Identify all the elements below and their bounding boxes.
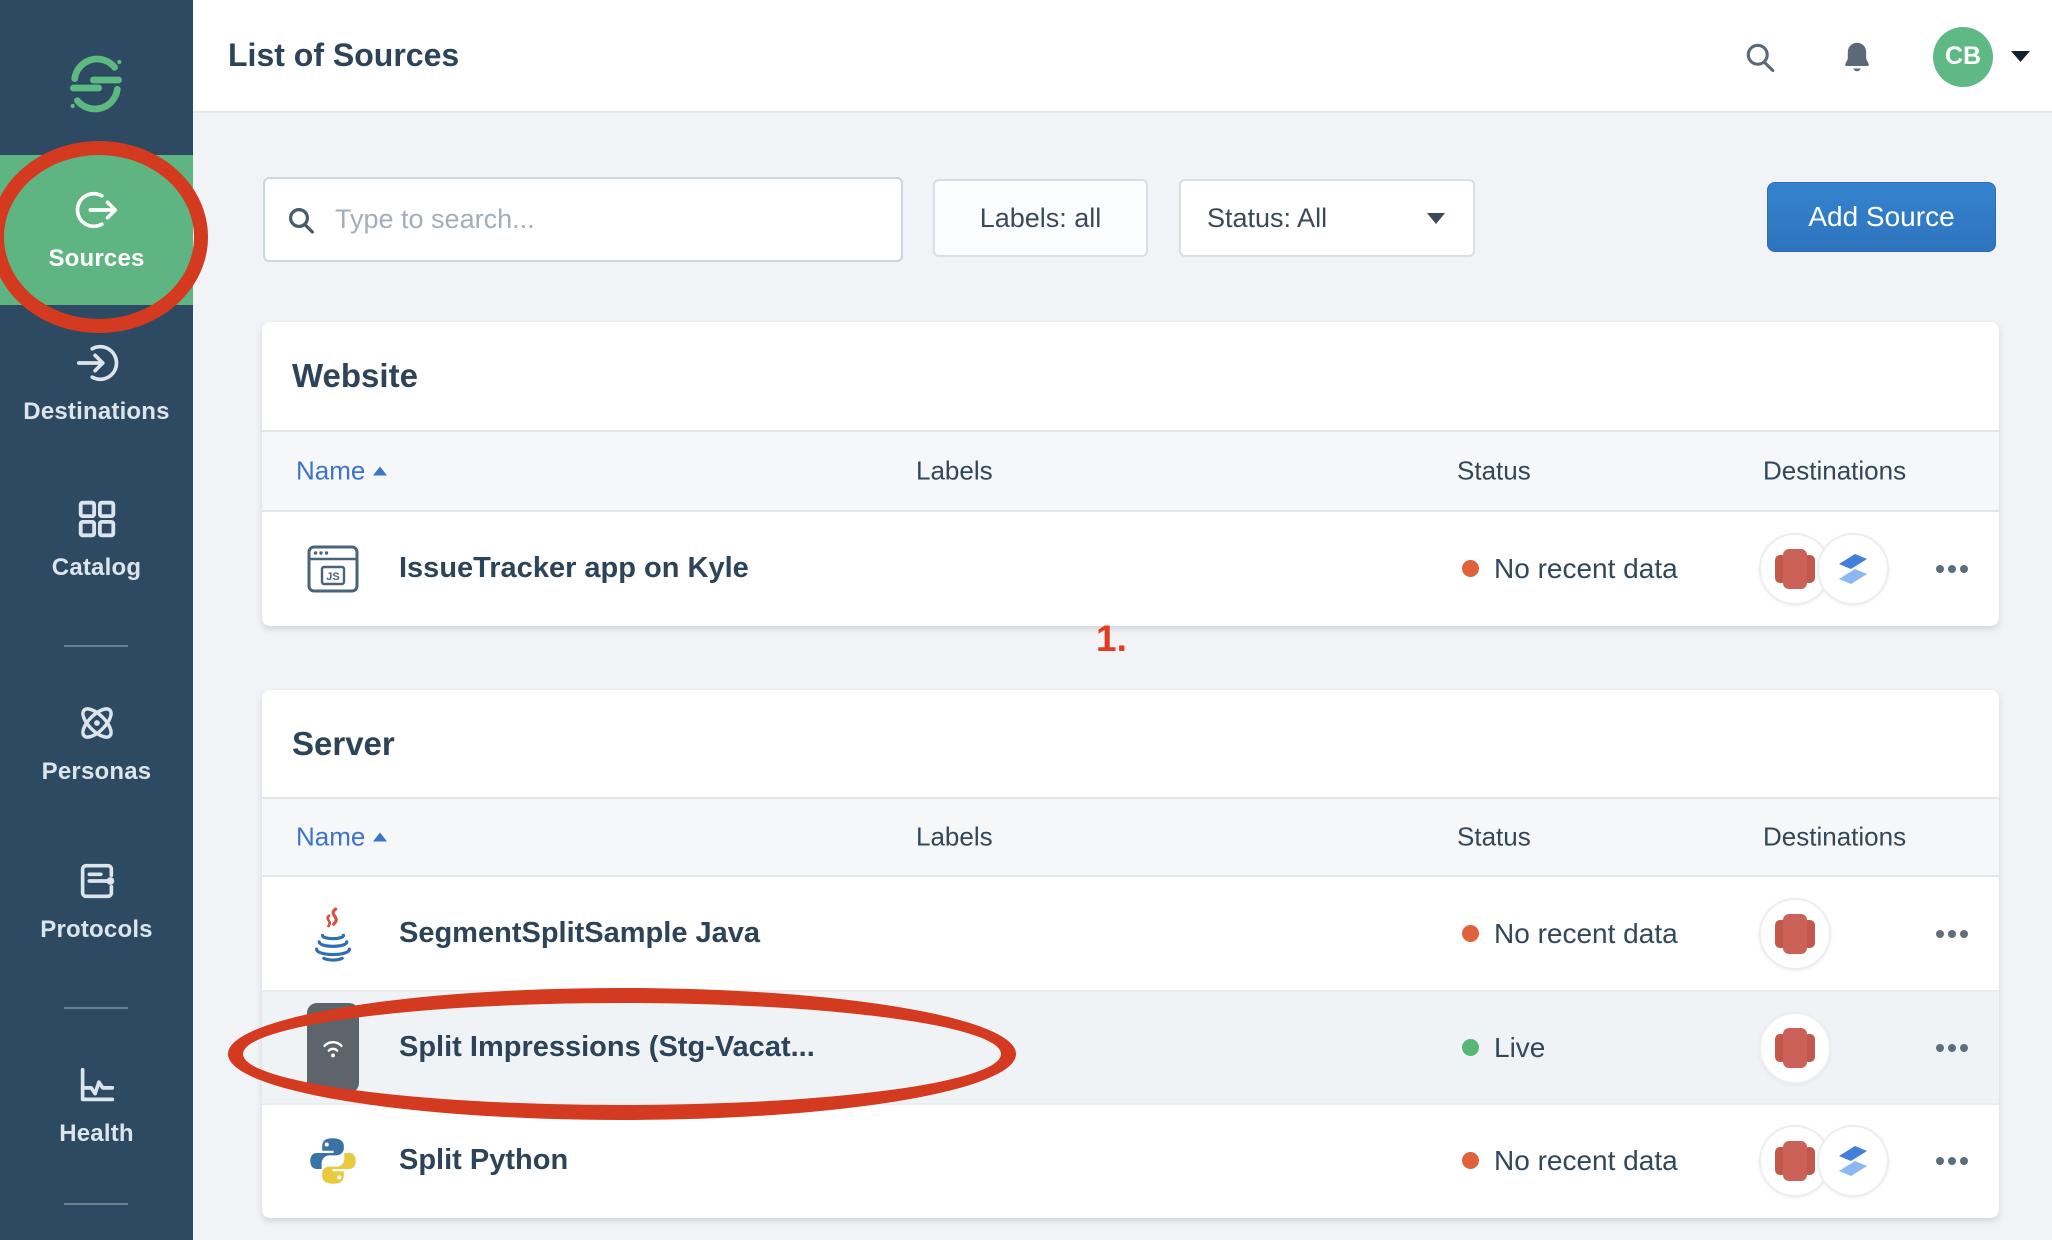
add-source-button[interactable]: Add Source (1767, 182, 1996, 252)
redshift-destination-icon[interactable] (1759, 898, 1831, 970)
header-actions: CB (1742, 0, 2030, 113)
sidebar-item-sources[interactable]: Sources (0, 155, 193, 305)
source-name-cell: Split Impressions (Stg-Vacat... (307, 992, 815, 1103)
sidebar-divider (64, 1007, 128, 1009)
status-cell: Live (1462, 992, 1545, 1103)
labels-filter-button[interactable]: Labels: all (933, 179, 1148, 257)
signal-server-icon (307, 1003, 359, 1093)
status-dot-warning (1462, 1152, 1479, 1169)
protocols-icon (74, 858, 120, 904)
row-overflow-menu[interactable] (1930, 512, 1974, 625)
source-search (263, 177, 903, 262)
source-name: IssueTracker app on Kyle (399, 552, 749, 585)
health-icon (74, 1062, 120, 1108)
sidebar-item-health[interactable]: Health (0, 1062, 193, 1148)
sort-asc-icon (373, 467, 387, 476)
column-header-name[interactable]: Name (296, 822, 387, 853)
status-text: No recent data (1494, 1145, 1678, 1177)
section-title: Website (292, 357, 418, 395)
status-text: Live (1494, 1032, 1545, 1064)
source-name-cell: JS IssueTracker app on Kyle (307, 512, 749, 625)
destinations-icon (74, 340, 120, 386)
notifications-bell-icon[interactable] (1838, 38, 1876, 76)
sidebar-item-protocols[interactable]: Protocols (0, 858, 193, 944)
status-text: No recent data (1494, 918, 1678, 950)
status-cell: No recent data (1462, 512, 1678, 625)
top-header: List of Sources CB (193, 0, 2052, 113)
status-dot-warning (1462, 925, 1479, 942)
section-header: Server (262, 690, 1999, 797)
sidebar-item-label: Protocols (40, 916, 152, 944)
sidebar-item-label: Sources (48, 245, 144, 273)
split-destination-icon[interactable] (1817, 533, 1889, 605)
sidebar-divider (64, 645, 128, 647)
sort-asc-icon (373, 833, 387, 842)
destinations-cell (1759, 992, 1831, 1103)
table-header: Name Labels Status Destinations (262, 797, 1999, 877)
sidebar: Sources Destinations Catalog (0, 0, 193, 1240)
table-row-split-python[interactable]: Split Python No recent data (262, 1103, 1999, 1216)
destinations-cell (1759, 1105, 1889, 1216)
status-cell: No recent data (1462, 877, 1678, 990)
sidebar-item-destinations[interactable]: Destinations (0, 340, 193, 426)
sources-icon (74, 187, 120, 233)
column-header-labels: Labels (916, 456, 993, 487)
status-filter-label: Status: All (1207, 203, 1327, 234)
personas-icon (74, 700, 120, 746)
source-name: Split Python (399, 1144, 568, 1177)
split-destination-icon[interactable] (1817, 1125, 1889, 1197)
sidebar-divider (64, 1203, 128, 1205)
status-dot-live (1462, 1039, 1479, 1056)
user-avatar[interactable]: CB (1933, 27, 1993, 87)
search-input[interactable] (335, 204, 881, 235)
java-icon (307, 905, 359, 963)
row-overflow-menu[interactable] (1930, 1105, 1974, 1216)
sidebar-item-label: Personas (42, 758, 152, 786)
column-header-labels: Labels (916, 822, 993, 853)
chevron-down-icon (1427, 213, 1445, 224)
column-header-destinations: Destinations (1763, 822, 1906, 853)
column-header-status: Status (1457, 456, 1531, 487)
destinations-cell (1759, 877, 1831, 990)
svg-text:JS: JS (326, 571, 339, 583)
status-dot-warning (1462, 560, 1479, 577)
catalog-icon (74, 496, 120, 542)
column-header-destinations: Destinations (1763, 456, 1906, 487)
section-title: Server (292, 725, 395, 763)
search-icon[interactable] (1742, 39, 1778, 75)
row-overflow-menu[interactable] (1930, 877, 1974, 990)
source-name-cell: Split Python (307, 1105, 568, 1216)
source-name: Split Impressions (Stg-Vacat... (399, 1031, 815, 1064)
table-header: Name Labels Status Destinations (262, 430, 1999, 512)
server-sources-card: Server Name Labels Status Destinations S… (262, 690, 1999, 1218)
sidebar-item-label: Destinations (23, 398, 169, 426)
section-header: Website (262, 322, 1999, 430)
redshift-destination-icon[interactable] (1759, 1012, 1831, 1084)
table-row-java[interactable]: SegmentSplitSample Java No recent data (262, 877, 1999, 990)
search-icon (285, 204, 317, 236)
sidebar-item-label: Catalog (52, 554, 141, 582)
column-header-status: Status (1457, 822, 1531, 853)
sidebar-item-label: Health (59, 1120, 134, 1148)
column-header-name[interactable]: Name (296, 456, 387, 487)
segment-logo[interactable] (64, 52, 128, 116)
source-name-cell: SegmentSplitSample Java (307, 877, 760, 990)
python-icon (307, 1136, 359, 1186)
table-row-split-impressions[interactable]: Split Impressions (Stg-Vacat... Live (262, 990, 1999, 1103)
status-cell: No recent data (1462, 1105, 1678, 1216)
status-filter-dropdown[interactable]: Status: All (1179, 179, 1475, 257)
account-caret-icon[interactable] (2011, 51, 2030, 63)
sidebar-item-personas[interactable]: Personas (0, 700, 193, 786)
table-row-issuetracker[interactable]: JS IssueTracker app on Kyle No recent da… (262, 512, 1999, 625)
website-sources-card: Website Name Labels Status Destinations … (262, 322, 1999, 626)
javascript-browser-icon: JS (307, 545, 359, 593)
row-overflow-menu[interactable] (1930, 992, 1974, 1103)
destinations-cell (1759, 512, 1889, 625)
source-name: SegmentSplitSample Java (399, 917, 760, 950)
sidebar-item-catalog[interactable]: Catalog (0, 496, 193, 582)
page-title: List of Sources (228, 37, 459, 74)
status-text: No recent data (1494, 553, 1678, 585)
